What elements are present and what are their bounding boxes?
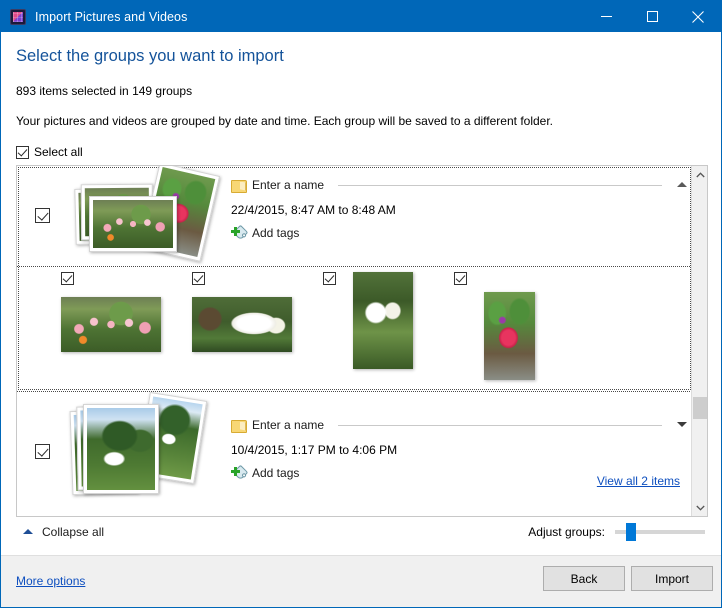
more-options-link[interactable]: More options — [16, 574, 85, 588]
groups-list-panel[interactable]: Enter a name 22/4/2015, 8:47 AM to 8:48 … — [16, 165, 708, 517]
maximize-button[interactable] — [629, 1, 675, 32]
page-title: Select the groups you want to import — [16, 47, 284, 65]
group-item[interactable]: Enter a name 22/4/2015, 8:47 AM to 8:48 … — [17, 166, 692, 391]
back-button[interactable]: Back — [543, 566, 625, 591]
group-item[interactable]: Enter a name 10/4/2015, 1:17 PM to 4:06 … — [17, 391, 692, 496]
adjust-groups-label: Adjust groups: — [528, 525, 605, 539]
groups-scrollbar[interactable] — [691, 166, 707, 516]
group-header-row[interactable]: Enter a name 10/4/2015, 1:17 PM to 4:06 … — [17, 391, 692, 496]
expand-chevron-down-icon[interactable] — [676, 419, 688, 431]
scroll-down-arrow-icon[interactable] — [692, 499, 707, 516]
add-tag-icon — [231, 224, 249, 241]
view-all-items-link[interactable]: View all 2 items — [597, 474, 680, 488]
thumbnail-image[interactable] — [192, 297, 292, 352]
thumbnail-checkbox[interactable] — [323, 272, 336, 285]
collapse-chevron-up-icon[interactable] — [676, 179, 688, 191]
group-name-row[interactable]: Enter a name — [231, 176, 688, 194]
add-tag-icon — [231, 464, 249, 481]
thumbnail-image[interactable] — [484, 292, 535, 380]
device-phone-icon — [10, 8, 26, 25]
groups-list-inner: Enter a name 22/4/2015, 8:47 AM to 8:48 … — [17, 166, 692, 516]
folder-icon — [231, 179, 247, 193]
select-all-label: Select all — [34, 145, 83, 159]
window-controls — [583, 1, 721, 32]
collapse-all-button[interactable]: Collapse all — [23, 525, 104, 539]
adjust-groups-slider[interactable] — [615, 523, 705, 541]
import-button[interactable]: Import — [631, 566, 713, 591]
group-meta: Enter a name 22/4/2015, 8:47 AM to 8:48 … — [231, 176, 688, 241]
folder-icon — [231, 419, 247, 433]
select-all-checkbox[interactable] — [16, 145, 29, 159]
chevron-up-icon — [23, 528, 33, 536]
collapse-all-label: Collapse all — [42, 525, 105, 539]
group-date-range: 22/4/2015, 8:47 AM to 8:48 AM — [231, 203, 396, 217]
stack-photo-front — [83, 404, 159, 494]
group-thumbnail-stack — [65, 166, 221, 262]
window-title: Import Pictures and Videos — [35, 9, 188, 24]
close-button[interactable] — [675, 1, 721, 32]
stack-photo-front — [89, 196, 177, 252]
group-header-row[interactable]: Enter a name 22/4/2015, 8:47 AM to 8:48 … — [17, 166, 692, 266]
add-tags-label[interactable]: Add tags — [252, 226, 299, 240]
divider — [338, 424, 662, 426]
group-date-range: 10/4/2015, 1:17 PM to 4:06 PM — [231, 443, 398, 457]
title-bar: Import Pictures and Videos — [1, 1, 721, 32]
thumbnail-checkbox[interactable] — [454, 272, 467, 285]
add-tags-label[interactable]: Add tags — [252, 466, 299, 480]
slider-thumb[interactable] — [626, 523, 636, 541]
thumbnail-checkbox[interactable] — [192, 272, 205, 285]
group-thumbnail-stack — [65, 391, 220, 496]
group-checkbox[interactable] — [35, 208, 50, 223]
select-all-row[interactable]: Select all — [16, 145, 83, 159]
scroll-up-arrow-icon[interactable] — [692, 166, 707, 183]
add-tags-row[interactable]: Add tags — [231, 224, 688, 241]
import-wizard-window: Import Pictures and Videos Select the gr… — [0, 0, 722, 608]
thumbnail-image[interactable] — [353, 272, 413, 369]
group-name-input[interactable]: Enter a name — [252, 178, 324, 192]
adjust-groups-control[interactable]: Adjust groups: — [528, 523, 705, 541]
divider — [338, 184, 662, 186]
footer-bar: More options Back Import — [1, 555, 721, 607]
group-checkbox[interactable] — [35, 444, 50, 459]
thumbnail-image[interactable] — [61, 297, 161, 352]
group-name-row[interactable]: Enter a name — [231, 416, 688, 434]
minimize-button[interactable] — [583, 1, 629, 32]
group-thumbnails-strip — [17, 266, 692, 391]
page-description: Your pictures and videos are grouped by … — [16, 114, 554, 128]
scrollbar-thumb[interactable] — [693, 397, 707, 419]
thumbnail-checkbox[interactable] — [61, 272, 74, 285]
group-name-input[interactable]: Enter a name — [252, 418, 324, 432]
group-meta: Enter a name 10/4/2015, 1:17 PM to 4:06 … — [231, 416, 688, 488]
selection-summary: 893 items selected in 149 groups — [16, 84, 193, 98]
